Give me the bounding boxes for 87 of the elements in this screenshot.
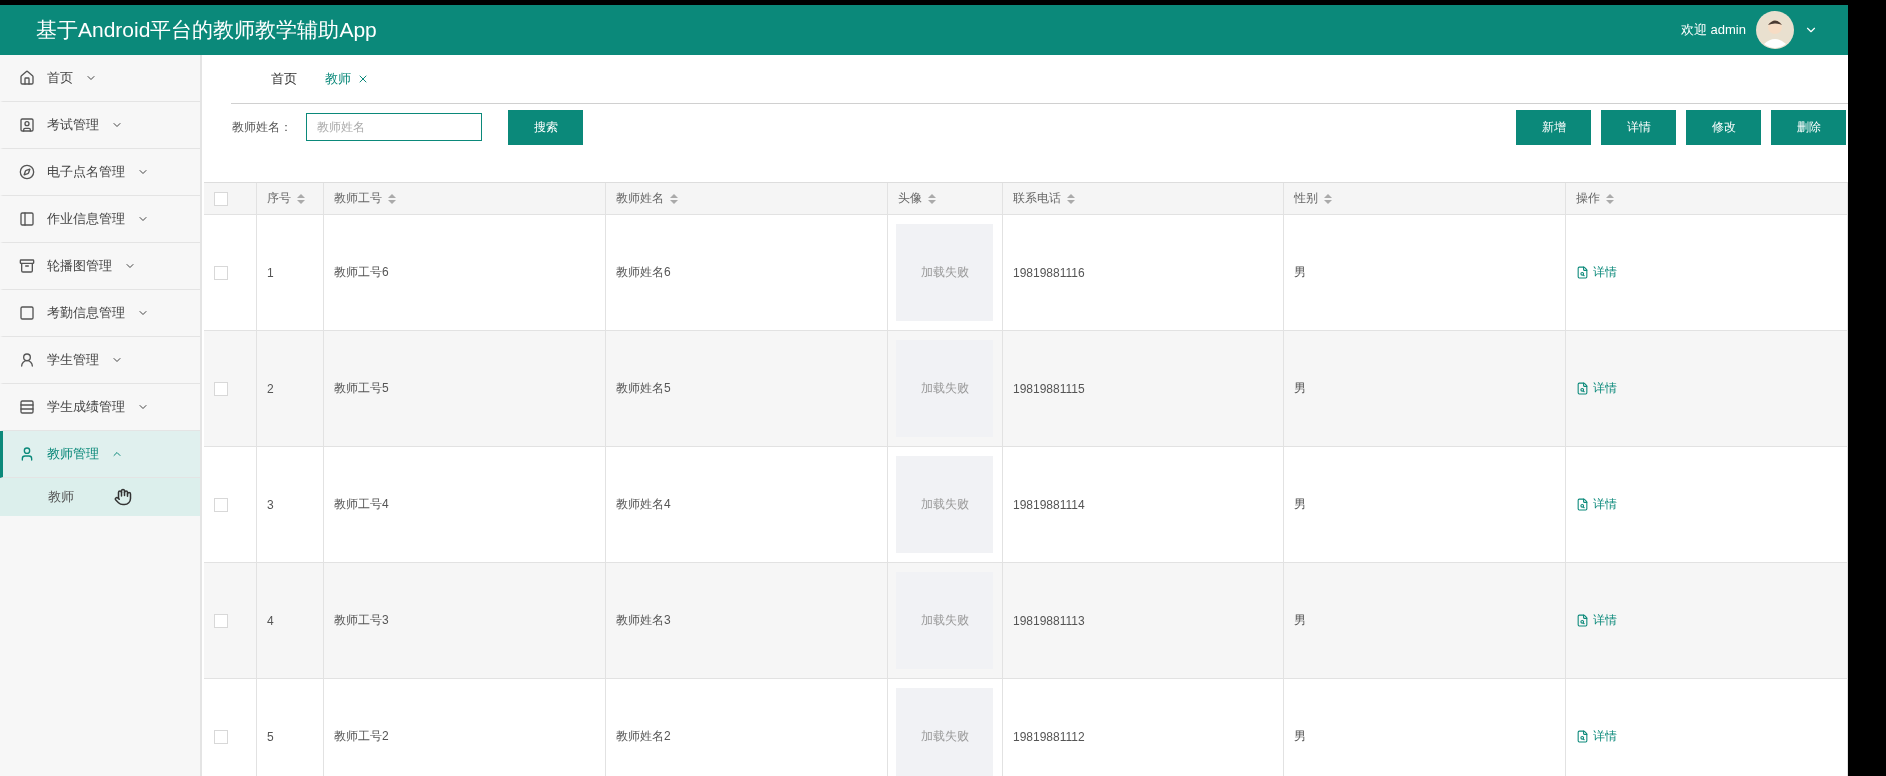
details-link[interactable]: 详情: [1576, 612, 1617, 629]
square-icon: [19, 305, 35, 321]
table-cell: 2: [257, 331, 324, 447]
table-cell: 教师工号3: [324, 563, 606, 679]
table-cell: 男: [1284, 563, 1566, 679]
column-title: 教师姓名: [616, 190, 664, 207]
table-cell: 19819881114: [1003, 447, 1284, 563]
close-icon[interactable]: [357, 73, 369, 85]
broken-image: 加载失败: [896, 572, 993, 669]
table-cell: 19819881115: [1003, 331, 1284, 447]
file-search-icon: [1576, 382, 1589, 395]
broken-image: 加载失败: [896, 456, 993, 553]
table-cell: 教师姓名3: [606, 563, 888, 679]
user-avatar[interactable]: [1756, 11, 1794, 49]
file-search-icon: [1576, 730, 1589, 743]
sidebar-item[interactable]: 电子点名管理: [0, 149, 200, 196]
search-button[interactable]: 搜索: [508, 109, 583, 145]
sort-icon[interactable]: [1324, 193, 1332, 204]
broken-image: 加载失败: [896, 340, 993, 437]
app-title: 基于Android平台的教师教学辅助App: [36, 17, 378, 43]
checkbox[interactable]: [214, 613, 228, 628]
action-button[interactable]: 详情: [1601, 109, 1676, 145]
table-cell: 男: [1284, 215, 1566, 331]
tab[interactable]: 首页: [271, 70, 297, 88]
column-title: 序号: [267, 190, 291, 207]
welcome-text: 欢迎 admin: [1680, 21, 1746, 39]
sort-icon[interactable]: [297, 193, 305, 204]
table-cell: 男: [1284, 447, 1566, 563]
sidebar-item[interactable]: 考试管理: [0, 102, 200, 149]
checkbox[interactable]: [214, 191, 228, 206]
person-icon: [19, 446, 35, 462]
sidebar-item[interactable]: 轮播图管理: [0, 243, 200, 290]
column-title: 性别: [1294, 190, 1318, 207]
panel-icon: [19, 211, 35, 227]
pointer-cursor-icon: [114, 488, 132, 506]
sidebar-item[interactable]: 作业信息管理: [0, 196, 200, 243]
sort-icon[interactable]: [928, 193, 936, 204]
broken-image: 加载失败: [896, 688, 993, 776]
checkbox[interactable]: [214, 497, 228, 512]
column-title: 联系电话: [1013, 190, 1061, 207]
sort-icon[interactable]: [1067, 193, 1075, 204]
file-search-icon: [1576, 498, 1589, 511]
home-icon: [19, 70, 35, 86]
details-link[interactable]: 详情: [1576, 728, 1617, 745]
action-button[interactable]: 新增: [1516, 109, 1591, 145]
table-cell: 19819881116: [1003, 215, 1284, 331]
checkbox[interactable]: [214, 265, 228, 280]
table-cell: 教师姓名4: [606, 447, 888, 563]
column-title: 教师工号: [334, 190, 382, 207]
checkbox[interactable]: [214, 729, 228, 744]
compass-icon: [19, 164, 35, 180]
table-cell: 男: [1284, 331, 1566, 447]
details-link[interactable]: 详情: [1576, 264, 1617, 281]
person-icon: [19, 352, 35, 368]
details-link[interactable]: 详情: [1576, 496, 1617, 513]
broken-image: 加载失败: [896, 224, 993, 321]
rows-icon: [19, 399, 35, 415]
sidebar-item[interactable]: 首页: [0, 55, 200, 102]
sort-icon[interactable]: [388, 193, 396, 204]
table-cell: 教师工号6: [324, 215, 606, 331]
sort-icon[interactable]: [1606, 193, 1614, 204]
table-cell: 教师工号5: [324, 331, 606, 447]
sort-icon[interactable]: [670, 193, 678, 204]
tab[interactable]: 教师: [325, 70, 369, 88]
file-search-icon: [1576, 614, 1589, 627]
table-cell: 1: [257, 215, 324, 331]
archive-icon: [19, 258, 35, 274]
action-button[interactable]: 修改: [1686, 109, 1761, 145]
column-title: 操作: [1576, 190, 1600, 207]
contact-card-icon: [19, 117, 35, 133]
checkbox[interactable]: [214, 381, 228, 396]
action-button[interactable]: 删除: [1771, 109, 1846, 145]
sidebar-item[interactable]: 考勤信息管理: [0, 290, 200, 337]
table-cell: 教师姓名6: [606, 215, 888, 331]
details-link[interactable]: 详情: [1576, 380, 1617, 397]
table-cell: 教师工号4: [324, 447, 606, 563]
sidebar-subitem[interactable]: 教师: [0, 478, 200, 516]
file-search-icon: [1576, 266, 1589, 279]
sidebar-item[interactable]: 教师管理: [0, 431, 200, 478]
table-cell: 3: [257, 447, 324, 563]
search-field[interactable]: 教师姓名: [306, 113, 482, 141]
table-cell: 教师姓名5: [606, 331, 888, 447]
table-cell: 19819881113: [1003, 563, 1284, 679]
column-title: 头像: [898, 190, 922, 207]
sidebar-item[interactable]: 学生管理: [0, 337, 200, 384]
table-cell: 4: [257, 563, 324, 679]
search-label: 教师姓名：: [232, 118, 292, 136]
